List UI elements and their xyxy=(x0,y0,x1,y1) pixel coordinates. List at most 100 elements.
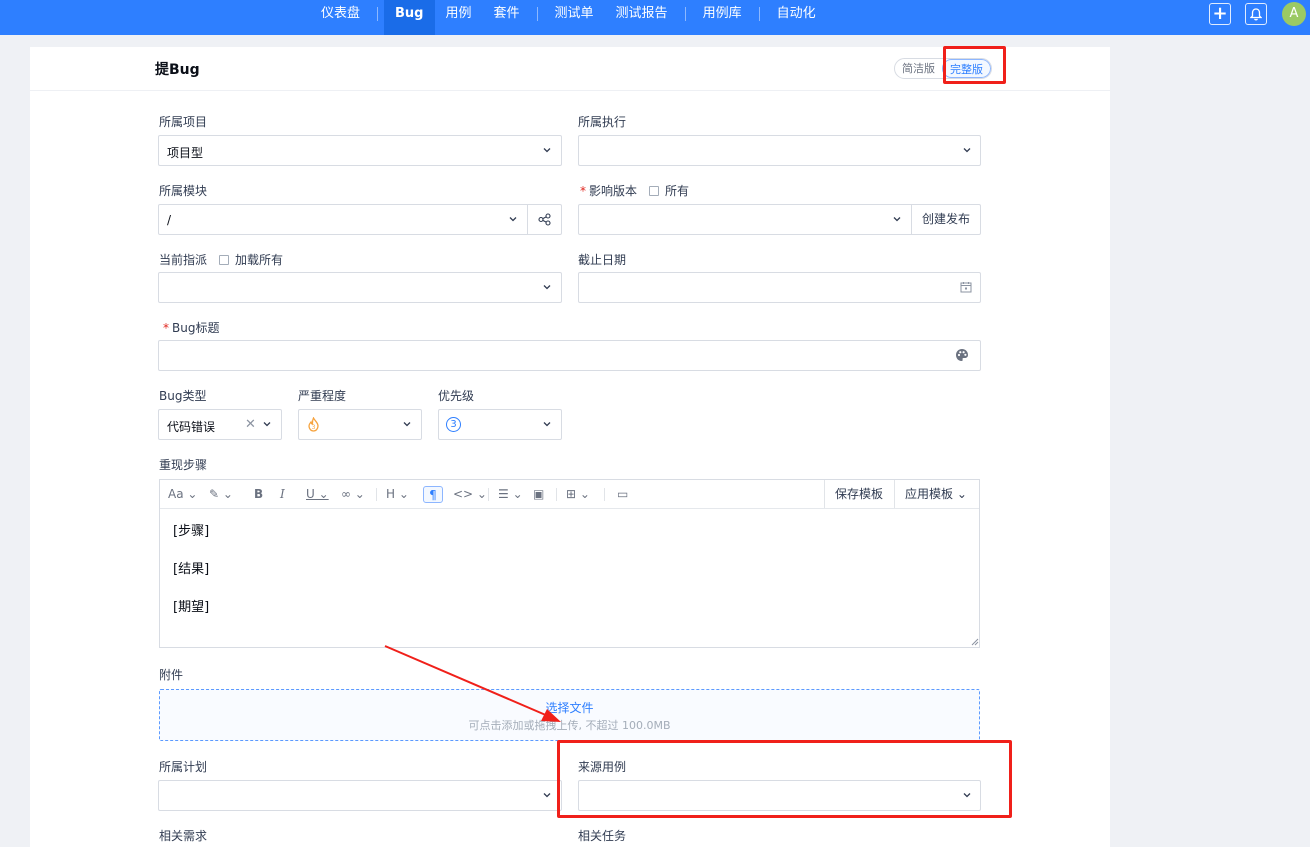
steps-label: 重现步骤 xyxy=(159,458,208,472)
module-value: / xyxy=(167,213,172,227)
nav-caselib[interactable]: 用例库 xyxy=(692,0,753,35)
execution-select[interactable] xyxy=(578,135,981,166)
bug-type-value: 代码错误 xyxy=(167,420,216,434)
nav-automation[interactable]: 自动化 xyxy=(766,0,827,35)
toolbar-divider xyxy=(488,488,489,501)
clear-icon[interactable]: ✕ xyxy=(245,417,256,432)
priority-select[interactable]: 3 xyxy=(438,409,562,440)
chevron-down-icon xyxy=(262,419,274,431)
select-file-link[interactable]: 选择文件 xyxy=(160,699,979,716)
annotation-highlight-box xyxy=(557,740,1012,818)
chevron-down-icon xyxy=(542,145,554,157)
nav-suite[interactable]: 套件 xyxy=(483,0,531,35)
create-release-button[interactable]: 创建发布 xyxy=(911,205,980,234)
plan-label: 所属计划 xyxy=(159,760,208,774)
toolbar-divider xyxy=(894,480,895,508)
required-mark: * xyxy=(163,321,169,335)
save-template-button[interactable]: 保存模板 xyxy=(835,480,883,508)
font-size-icon[interactable]: Aa ⌄ xyxy=(168,486,197,503)
project-select[interactable]: 项目型 xyxy=(158,135,562,166)
build-select[interactable]: 创建发布 xyxy=(578,204,981,235)
chevron-down-icon xyxy=(892,214,904,226)
toolbar-divider xyxy=(824,480,825,508)
nav-testtask[interactable]: 测试单 xyxy=(544,0,605,35)
module-select[interactable]: / xyxy=(158,204,562,235)
annotation-highlight-box xyxy=(943,46,1006,84)
nav-bug[interactable]: Bug xyxy=(384,0,435,35)
nav-testcase[interactable]: 用例 xyxy=(435,0,483,35)
chevron-down-icon xyxy=(542,790,554,802)
checkbox-icon xyxy=(649,186,660,196)
palette-icon[interactable] xyxy=(955,348,969,362)
severity-select[interactable]: 3 xyxy=(298,409,422,440)
severity-label: 严重程度 xyxy=(298,389,347,403)
chevron-down-icon xyxy=(542,282,554,294)
execution-label: 所属执行 xyxy=(578,115,627,129)
priority-label: 优先级 xyxy=(438,389,475,403)
notification-button[interactable] xyxy=(1245,3,1267,25)
story-label: 相关需求 xyxy=(159,829,208,843)
apply-template-button[interactable]: 应用模板 ⌄ xyxy=(905,480,967,508)
main-nav: 仪表盘 Bug 用例 套件 测试单 测试报告 用例库 自动化 xyxy=(310,0,827,35)
user-avatar[interactable]: A xyxy=(1282,2,1306,26)
severity-flame-icon: 3 xyxy=(306,416,321,432)
chevron-down-icon xyxy=(962,145,974,157)
mode-simple-button[interactable]: 简洁版 xyxy=(895,59,942,78)
chevron-down-icon: ⌄ xyxy=(956,487,967,501)
table-icon[interactable]: ⊞ ⌄ xyxy=(566,486,590,503)
image-icon[interactable]: ▣ xyxy=(533,486,544,503)
deadline-input[interactable] xyxy=(578,272,981,303)
italic-icon[interactable]: I xyxy=(280,486,285,503)
bell-icon xyxy=(1250,7,1262,20)
nav-divider xyxy=(758,6,760,21)
deadline-label: 截止日期 xyxy=(578,253,627,267)
task-label: 相关任务 xyxy=(578,829,627,843)
type-label: Bug类型 xyxy=(159,389,207,403)
heading-icon[interactable]: H ⌄ xyxy=(386,486,409,503)
paragraph-icon[interactable]: ¶ xyxy=(423,486,443,503)
load-all-checkbox[interactable]: 加载所有 xyxy=(219,253,283,267)
nav-testreport[interactable]: 测试报告 xyxy=(605,0,679,35)
list-icon[interactable]: ☰ ⌄ xyxy=(498,486,523,503)
module-manage-button[interactable] xyxy=(527,205,561,234)
required-mark: * xyxy=(580,184,586,198)
steps-line: [期望] xyxy=(173,600,210,615)
share-nodes-icon xyxy=(538,213,551,226)
bold-icon[interactable]: B xyxy=(254,486,263,503)
file-upload-dropzone[interactable]: 选择文件 可点击添加或拖拽上传, 不超过 100.0MB xyxy=(159,689,980,741)
fullscreen-icon[interactable]: ▭ xyxy=(617,486,628,503)
steps-editor: Aa ⌄ ✎ ⌄ B I U ⌄ ∞ ⌄ H ⌄ ¶ <> ⌄ ☰ ⌄ ▣ ⊞ … xyxy=(159,479,980,648)
attachment-label: 附件 xyxy=(159,668,184,682)
upload-hint: 可点击添加或拖拽上传, 不超过 100.0MB xyxy=(468,719,671,732)
plus-icon: + xyxy=(1212,3,1228,24)
underline-icon[interactable]: U ⌄ xyxy=(306,486,329,503)
create-plus-button[interactable]: + xyxy=(1209,3,1231,25)
build-all-checkbox[interactable]: 所有 xyxy=(649,184,689,198)
plan-select[interactable] xyxy=(158,780,562,811)
toolbar-divider xyxy=(376,488,377,501)
nav-divider xyxy=(377,6,379,21)
code-icon[interactable]: <> ⌄ xyxy=(453,486,487,503)
highlight-icon[interactable]: ✎ ⌄ xyxy=(209,486,233,503)
assigned-select[interactable] xyxy=(158,272,562,303)
nav-divider xyxy=(536,6,538,21)
steps-line: [步骤] xyxy=(173,524,210,539)
severity-number: 3 xyxy=(312,424,316,431)
bug-type-select[interactable]: 代码错误 ✕ xyxy=(158,409,282,440)
title-label: * Bug标题 xyxy=(163,321,220,335)
project-value: 项目型 xyxy=(167,146,204,160)
top-navbar: 仪表盘 Bug 用例 套件 测试单 测试报告 用例库 自动化 + A xyxy=(0,0,1310,35)
bug-title-input[interactable] xyxy=(158,340,981,371)
bug-create-panel: 提Bug 简洁版 完整版 所属项目 项目型 所属执行 所属模块 / * 影响版本所… xyxy=(30,47,1110,847)
chevron-down-icon xyxy=(508,214,520,226)
link-icon[interactable]: ∞ ⌄ xyxy=(341,486,365,503)
chevron-down-icon xyxy=(402,419,414,431)
resize-handle-icon[interactable] xyxy=(970,637,979,646)
steps-line: [结果] xyxy=(173,562,210,577)
nav-divider xyxy=(684,6,686,21)
nav-dashboard[interactable]: 仪表盘 xyxy=(310,0,371,35)
module-label: 所属模块 xyxy=(159,184,208,198)
chevron-down-icon xyxy=(542,419,554,431)
checkbox-icon xyxy=(219,255,230,265)
toolbar-divider xyxy=(604,488,605,501)
